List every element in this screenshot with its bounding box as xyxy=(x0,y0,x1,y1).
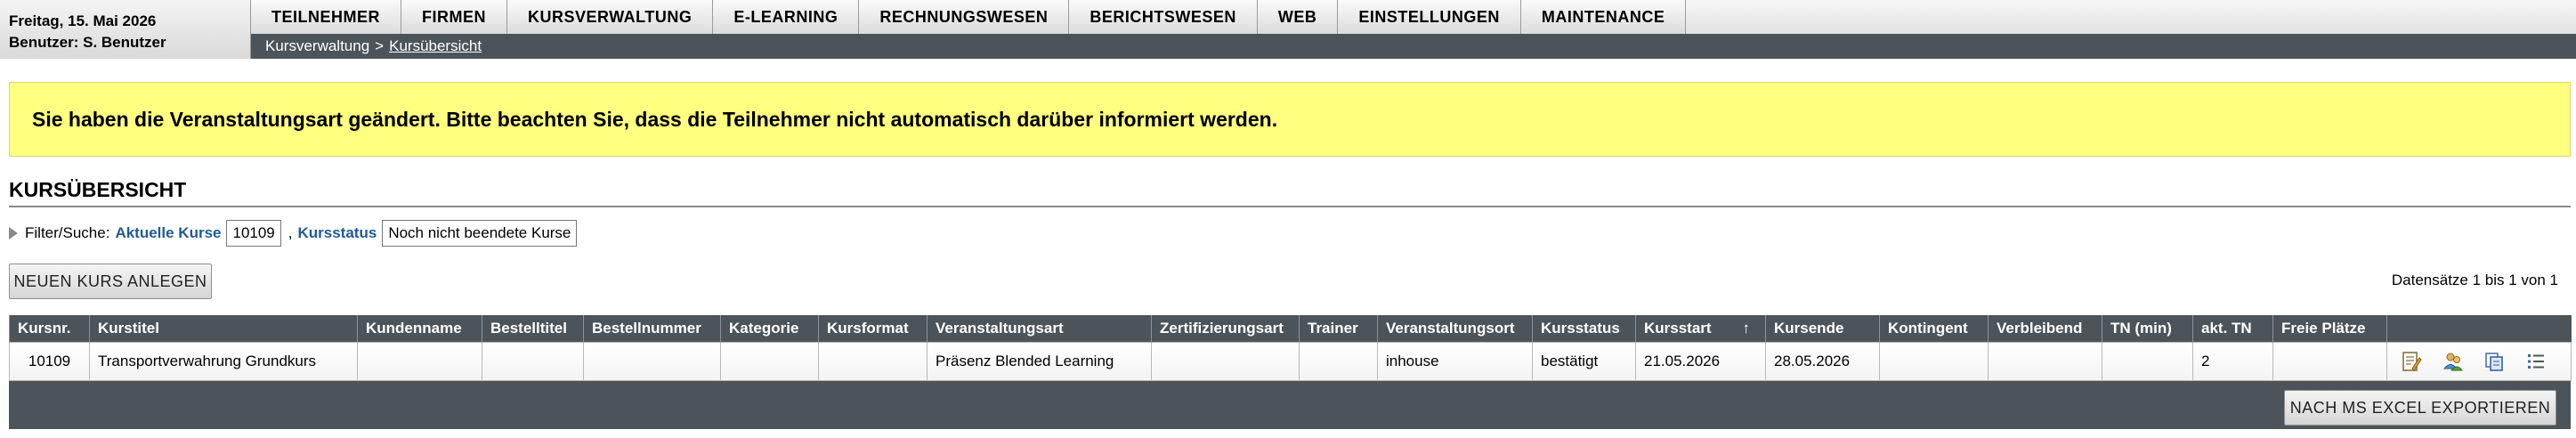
expand-triangle-icon[interactable] xyxy=(9,227,18,239)
col-header-bestelltitel[interactable]: Bestelltitel xyxy=(482,315,584,343)
col-header-kursende[interactable]: Kursende xyxy=(1765,315,1880,343)
cell-actions xyxy=(2386,342,2572,381)
filter-link-course-status[interactable]: Kursstatus xyxy=(298,224,377,242)
filter-comma: , xyxy=(288,224,293,241)
cell-zertifizierungsart xyxy=(1151,342,1300,381)
col-header-actions xyxy=(2386,315,2572,343)
filter-bar: Filter/Suche: Aktuelle Kurse 10109 , Kur… xyxy=(9,219,584,247)
cell-kursstart: 21.05.2026 xyxy=(1635,342,1766,381)
cell-kurstitel: Transportverwahrung Grundkurs xyxy=(89,342,358,381)
cell-kursstatus: bestätigt xyxy=(1532,342,1636,381)
table-header-row: Kursnr. Kurstitel Kundenname Bestelltite… xyxy=(9,315,2572,343)
cell-veranstaltungsort: inhouse xyxy=(1377,342,1533,381)
col-header-akt-tn[interactable]: akt. TN xyxy=(2192,315,2273,343)
cell-kursende: 28.05.2026 xyxy=(1765,342,1880,381)
col-header-verbleibend[interactable]: Verbleibend xyxy=(1988,315,2102,343)
table-footer: NACH MS EXCEL EXPORTIEREN xyxy=(9,381,2571,429)
main-nav: TEILNEHMER FIRMEN KURSVERWALTUNG E-LEARN… xyxy=(251,0,1687,35)
col-header-kursstatus[interactable]: Kursstatus xyxy=(1532,315,1636,343)
cell-bestelltitel xyxy=(482,342,584,381)
filter-label: Filter/Suche: xyxy=(25,224,110,241)
cell-veranstaltungsart: Präsenz Blended Learning xyxy=(927,342,1152,381)
cell-kursnr: 10109 xyxy=(9,342,90,381)
nav-berichtswesen[interactable]: BERICHTSWESEN xyxy=(1069,0,1258,34)
list-icon[interactable] xyxy=(2525,351,2547,372)
cell-verbleibend xyxy=(1988,342,2102,381)
user-info: Freitag, 15. Mai 2026 Benutzer: S. Benut… xyxy=(0,0,251,59)
breadcrumb: Kursverwaltung > Kursübersicht xyxy=(251,34,2576,59)
nav-web[interactable]: WEB xyxy=(1257,0,1339,34)
records-info: Datensätze 1 bis 1 von 1 xyxy=(2391,272,2558,288)
cell-tn-min xyxy=(2102,342,2193,381)
col-header-kursstart[interactable]: Kursstart ↑ xyxy=(1635,315,1766,343)
header: Freitag, 15. Mai 2026 Benutzer: S. Benut… xyxy=(0,0,2576,59)
new-course-button[interactable]: NEUEN KURS ANLEGEN xyxy=(9,264,212,299)
col-header-trainer[interactable]: Trainer xyxy=(1299,315,1378,343)
cell-kontingent xyxy=(1879,342,1989,381)
sort-ascending-icon: ↑ xyxy=(1742,320,1751,337)
cell-kundenname xyxy=(357,342,482,381)
col-header-tn-min[interactable]: TN (min) xyxy=(2102,315,2193,343)
col-header-freie-plaetze[interactable]: Freie Plätze xyxy=(2272,315,2387,343)
cell-kategorie xyxy=(720,342,819,381)
cell-kursformat xyxy=(818,342,928,381)
col-header-kursstart-label: Kursstart xyxy=(1644,320,1712,337)
cell-trainer xyxy=(1299,342,1378,381)
table-row[interactable]: 10109 Transportverwahrung Grundkurs Präs… xyxy=(9,342,2572,381)
nav-rechnungswesen[interactable]: RECHNUNGSWESEN xyxy=(859,0,1070,34)
filter-value-course-number[interactable]: 10109 xyxy=(226,220,281,247)
copy-icon[interactable] xyxy=(2483,351,2505,372)
col-header-kundenname[interactable]: Kundenname xyxy=(357,315,482,343)
notice-text: Sie haben die Veranstaltungsart geändert… xyxy=(32,107,1278,131)
nav-maintenance[interactable]: MAINTENANCE xyxy=(1520,0,1687,34)
col-header-kursformat[interactable]: Kursformat xyxy=(818,315,928,343)
col-header-kursnr[interactable]: Kursnr. xyxy=(9,315,90,343)
col-header-veranstaltungsort[interactable]: Veranstaltungsort xyxy=(1377,315,1533,343)
col-header-zertifizierungsart[interactable]: Zertifizierungsart xyxy=(1151,315,1300,343)
filter-value-course-status[interactable]: Noch nicht beendete Kurse xyxy=(382,220,578,247)
col-header-kategorie[interactable]: Kategorie xyxy=(720,315,819,343)
cell-akt-tn: 2 xyxy=(2192,342,2273,381)
col-header-bestellnummer[interactable]: Bestellnummer xyxy=(583,315,721,343)
export-excel-button[interactable]: NACH MS EXCEL EXPORTIEREN xyxy=(2284,390,2556,426)
nav-firmen[interactable]: FIRMEN xyxy=(401,0,507,34)
course-table: Kursnr. Kurstitel Kundenname Bestelltite… xyxy=(9,315,2572,381)
page-title: KURSÜBERSICHT xyxy=(9,178,2571,207)
participants-icon[interactable] xyxy=(2442,351,2464,372)
current-user: Benutzer: S. Benutzer xyxy=(9,34,166,51)
col-header-kontingent[interactable]: Kontingent xyxy=(1879,315,1989,343)
col-header-veranstaltungsart[interactable]: Veranstaltungsart xyxy=(927,315,1152,343)
filter-link-current-courses[interactable]: Aktuelle Kurse xyxy=(115,224,221,242)
breadcrumb-separator: > xyxy=(375,37,385,54)
nav-einstellungen[interactable]: EINSTELLUNGEN xyxy=(1338,0,1521,34)
breadcrumb-parent[interactable]: Kursverwaltung xyxy=(265,37,369,55)
nav-kursverwaltung[interactable]: KURSVERWALTUNG xyxy=(507,0,714,34)
edit-icon[interactable] xyxy=(2401,351,2422,372)
notice-banner: Sie haben die Veranstaltungsart geändert… xyxy=(9,82,2571,157)
cell-freie-plaetze xyxy=(2272,342,2387,381)
nav-e-learning[interactable]: E-LEARNING xyxy=(713,0,860,34)
cell-bestellnummer xyxy=(583,342,721,381)
breadcrumb-current[interactable]: Kursübersicht xyxy=(389,37,482,55)
nav-background xyxy=(1620,0,2576,35)
col-header-kurstitel[interactable]: Kurstitel xyxy=(89,315,358,343)
current-date: Freitag, 15. Mai 2026 xyxy=(9,12,157,29)
nav-teilnehmer[interactable]: TEILNEHMER xyxy=(251,0,401,34)
